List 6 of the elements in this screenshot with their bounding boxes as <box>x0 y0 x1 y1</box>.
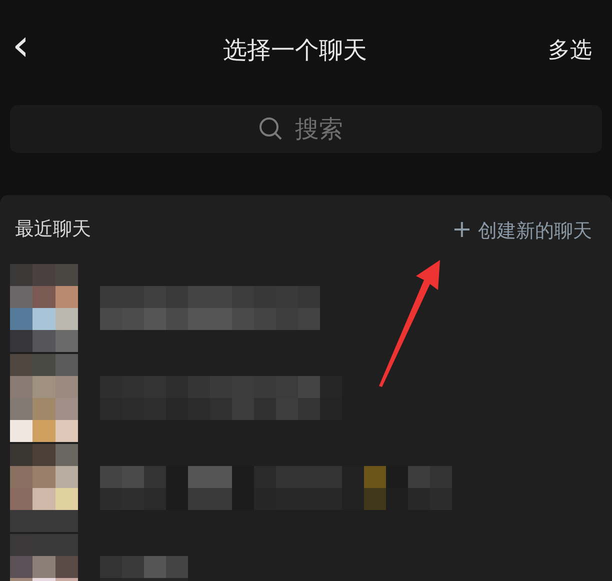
search-field[interactable]: 搜索 <box>10 105 602 153</box>
section-title: 最近聊天 <box>15 217 91 242</box>
new-chat-button[interactable]: + 创建新的聊天 <box>452 214 592 244</box>
multi-select-button[interactable]: 多选 <box>548 35 592 65</box>
back-icon[interactable]: ‹ <box>12 24 42 68</box>
screen-title: 选择一个聊天 <box>223 35 367 66</box>
